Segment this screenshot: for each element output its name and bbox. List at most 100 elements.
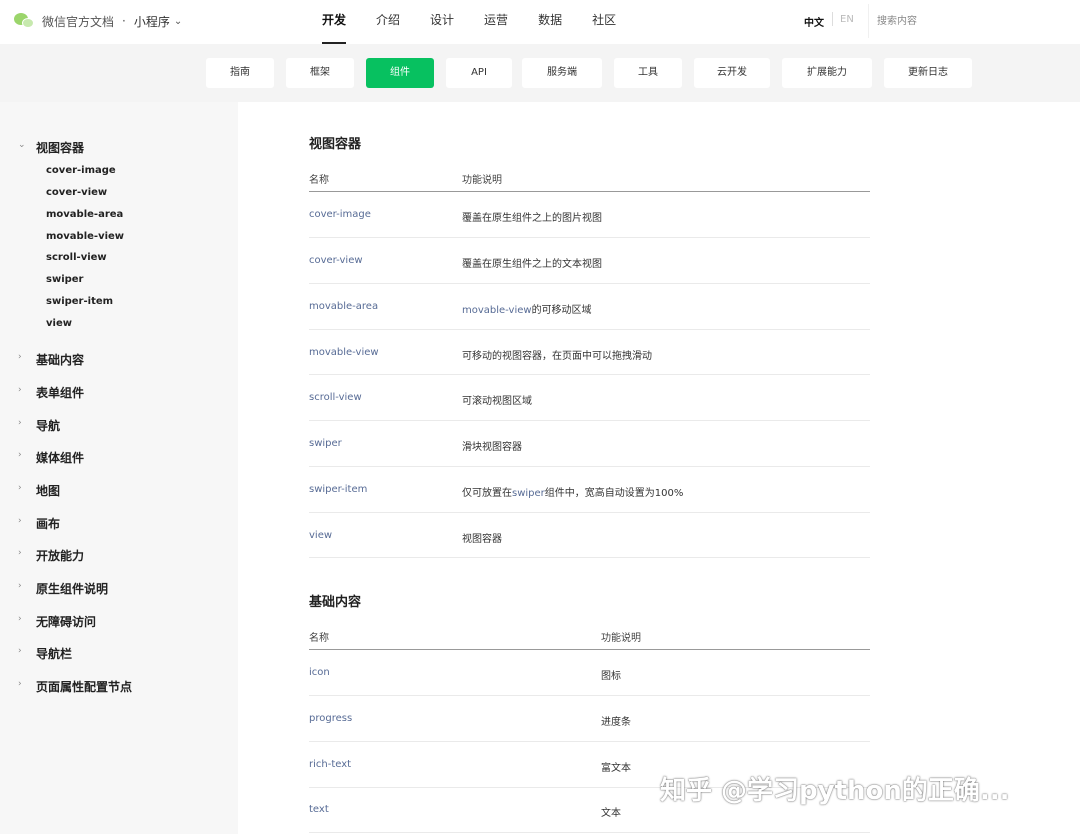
component-link[interactable]: view — [309, 530, 332, 541]
main-content: 视图容器 名称 功能说明 cover-image 覆盖在原生组件之上的图片视图 … — [238, 102, 1080, 834]
component-description: 进度条 — [601, 717, 631, 728]
chevron-right-icon[interactable]: › — [18, 385, 22, 395]
search-input[interactable] — [868, 4, 1080, 38]
column-header-description: 功能说明 — [601, 633, 641, 644]
chevron-right-icon[interactable]: › — [18, 418, 22, 428]
tab-framework[interactable]: 框架 — [286, 58, 354, 88]
title-separator: · — [122, 14, 126, 28]
wechat-logo-icon — [14, 12, 36, 30]
tab-extensions[interactable]: 扩展能力 — [782, 58, 872, 88]
lang-divider — [832, 12, 833, 26]
component-link[interactable]: swiper-item — [309, 484, 367, 495]
nav-item-operations[interactable]: 运营 — [484, 0, 508, 44]
sidebar-item-scroll-view[interactable]: scroll-view — [46, 252, 107, 263]
sidebar-group-label[interactable]: 导航 — [36, 417, 60, 434]
component-link[interactable]: rich-text — [309, 759, 351, 770]
component-link[interactable]: movable-view — [309, 347, 379, 358]
sidebar-item-swiper[interactable]: swiper — [46, 274, 84, 285]
component-description: 覆盖在原生组件之上的图片视图 — [462, 213, 602, 224]
row-divider — [309, 741, 870, 742]
main-nav: 开发 介绍 设计 运营 数据 社区 — [322, 0, 646, 44]
chevron-right-icon[interactable]: › — [18, 646, 22, 656]
component-description: 覆盖在原生组件之上的文本视图 — [462, 259, 602, 270]
nav-item-community[interactable]: 社区 — [592, 0, 616, 44]
sidebar-group-label[interactable]: 原生组件说明 — [36, 580, 108, 597]
sidebar-group-label[interactable]: 基础内容 — [36, 351, 84, 368]
tab-cloud-dev[interactable]: 云开发 — [694, 58, 770, 88]
sidebar-group-label[interactable]: 视图容器 — [36, 139, 84, 156]
chevron-right-icon[interactable]: › — [18, 450, 22, 460]
sidebar-group-label[interactable]: 画布 — [36, 515, 60, 532]
nav-item-design[interactable]: 设计 — [430, 0, 454, 44]
row-divider — [309, 374, 870, 375]
component-link[interactable]: progress — [309, 713, 352, 724]
description-text: 的可移动区域 — [531, 305, 592, 316]
row-divider — [309, 557, 870, 558]
component-link[interactable]: cover-view — [309, 255, 363, 266]
row-divider — [309, 512, 870, 513]
section-title: 基础内容 — [309, 595, 362, 610]
column-header-name: 名称 — [309, 175, 329, 186]
component-link[interactable]: movable-area — [309, 301, 378, 312]
row-divider — [309, 832, 870, 833]
sidebar-group-label[interactable]: 导航栏 — [36, 645, 72, 662]
inline-component-link[interactable]: swiper — [512, 488, 545, 499]
sidebar-group-label[interactable]: 页面属性配置节点 — [36, 678, 132, 695]
component-description: 文本 — [601, 808, 621, 819]
chevron-right-icon[interactable]: › — [18, 614, 22, 624]
row-divider — [309, 329, 870, 330]
chevron-right-icon[interactable]: › — [18, 548, 22, 558]
component-description: 视图容器 — [462, 534, 502, 545]
chevron-down-icon[interactable]: ⌄ — [18, 140, 26, 150]
row-divider — [309, 466, 870, 467]
inline-component-link[interactable]: movable-view — [462, 305, 532, 316]
sidebar-item-swiper-item[interactable]: swiper-item — [46, 296, 113, 307]
nav-item-data[interactable]: 数据 — [538, 0, 562, 44]
sidebar-group-label[interactable]: 无障碍访问 — [36, 613, 96, 630]
sidebar-item-movable-view[interactable]: movable-view — [46, 231, 124, 242]
component-link[interactable]: swiper — [309, 438, 342, 449]
row-divider — [309, 420, 870, 421]
site-title[interactable]: 微信官方文档 — [42, 13, 114, 30]
sidebar-group-label[interactable]: 开放能力 — [36, 547, 84, 564]
column-header-name: 名称 — [309, 633, 329, 644]
row-divider — [309, 283, 870, 284]
chevron-right-icon[interactable]: › — [18, 516, 22, 526]
row-divider — [309, 237, 870, 238]
component-description: 可滚动视图区域 — [462, 396, 532, 407]
tab-api[interactable]: API — [446, 58, 512, 88]
chevron-right-icon[interactable]: › — [18, 679, 22, 689]
sidebar-group-label[interactable]: 表单组件 — [36, 384, 84, 401]
nav-item-intro[interactable]: 介绍 — [376, 0, 400, 44]
sidebar-item-movable-area[interactable]: movable-area — [46, 209, 123, 220]
sidebar-item-cover-view[interactable]: cover-view — [46, 187, 107, 198]
tab-guide[interactable]: 指南 — [206, 58, 274, 88]
description-text: 仅可放置在 — [462, 488, 512, 499]
nav-item-develop[interactable]: 开发 — [322, 0, 347, 44]
chevron-right-icon[interactable]: › — [18, 483, 22, 493]
sidebar-item-cover-image[interactable]: cover-image — [46, 165, 116, 176]
tab-components[interactable]: 组件 — [366, 58, 434, 88]
component-link[interactable]: cover-image — [309, 209, 371, 220]
tab-server[interactable]: 服务端 — [522, 58, 602, 88]
lang-en-button[interactable]: EN — [840, 14, 854, 25]
component-link[interactable]: icon — [309, 667, 330, 678]
component-description: 可移动的视图容器，在页面中可以拖拽滑动 — [462, 351, 652, 362]
sidebar-group-label[interactable]: 媒体组件 — [36, 449, 84, 466]
sidebar-item-view[interactable]: view — [46, 318, 72, 329]
tab-changelog[interactable]: 更新日志 — [884, 58, 972, 88]
column-header-description: 功能说明 — [462, 175, 502, 186]
section-title: 视图容器 — [309, 137, 362, 152]
sub-nav: 指南 框架 组件 API 服务端 工具 云开发 扩展能力 更新日志 — [0, 44, 1080, 102]
lang-zh-button[interactable]: 中文 — [804, 14, 824, 29]
product-selector[interactable]: 小程序 — [134, 13, 170, 30]
brand[interactable]: 微信官方文档 · 小程序 ⌄ — [14, 11, 182, 31]
top-header: 微信官方文档 · 小程序 ⌄ 开发 介绍 设计 运营 数据 社区 中文 EN — [0, 0, 1080, 44]
tab-tools[interactable]: 工具 — [614, 58, 682, 88]
sidebar-group-label[interactable]: 地图 — [36, 482, 60, 499]
chevron-right-icon[interactable]: › — [18, 581, 22, 591]
chevron-right-icon[interactable]: › — [18, 352, 22, 362]
component-link[interactable]: scroll-view — [309, 392, 362, 403]
chevron-down-icon[interactable]: ⌄ — [174, 16, 182, 27]
component-link[interactable]: text — [309, 804, 329, 815]
